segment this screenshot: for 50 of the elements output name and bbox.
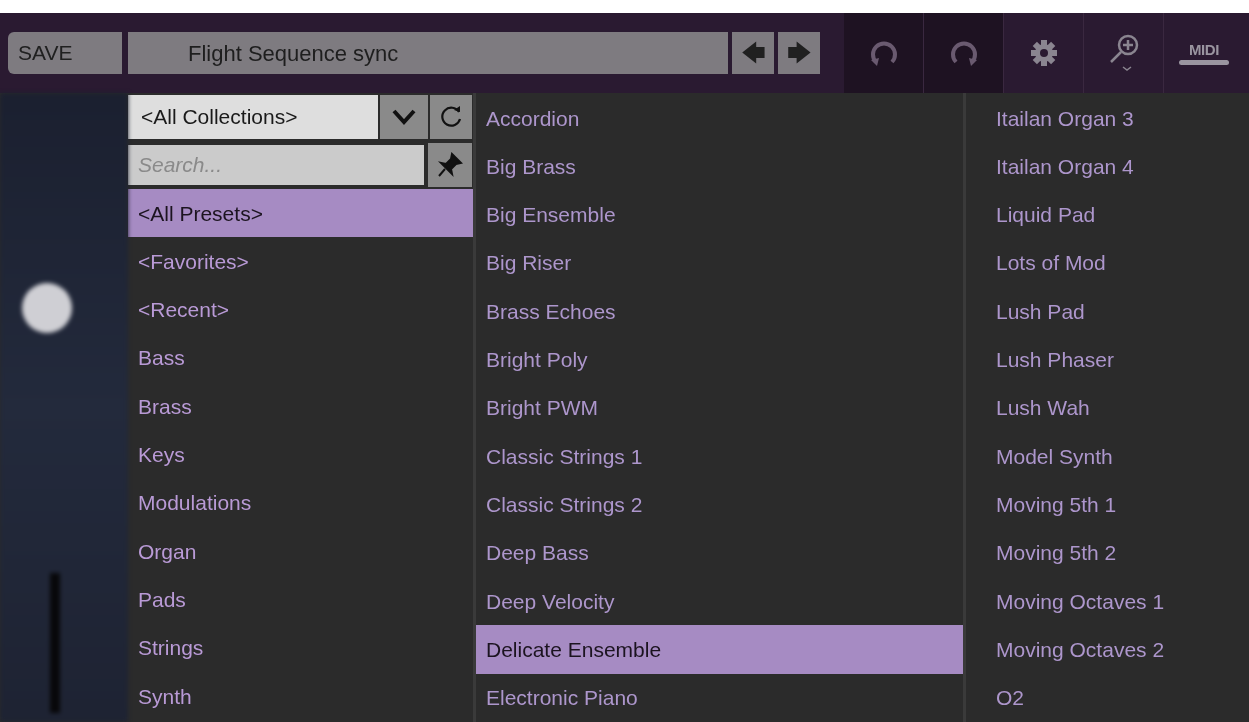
preset-list-item[interactable]: <All Presets> [128,189,473,238]
preset-list-item[interactable]: Classic Strings 1 [476,432,963,481]
preset-list-item[interactable]: <Recent> [128,285,473,335]
preset-list-item[interactable]: Lush Phaser [986,335,1249,384]
preset-list-item[interactable]: Itailan Organ 3 [986,94,1249,143]
chevron-down-icon[interactable] [380,95,428,140]
preset-list-item[interactable]: Liquid Pad [986,190,1249,240]
preset-name-field[interactable]: Flight Sequence sync [128,32,728,75]
preset-list-item[interactable]: Brass [128,382,473,431]
preset-list-item[interactable]: Moving 5th 2 [986,528,1249,578]
next-button[interactable]: 🡆 [778,32,820,75]
preset-list-item[interactable]: Lots of Mod [986,239,1249,288]
preset-list-item[interactable]: Organ [128,527,473,576]
preset-list-item[interactable]: Big Ensemble [476,190,963,240]
undo-icon[interactable] [844,13,924,94]
preset-list-item[interactable]: Deep Velocity [476,577,963,626]
pin-icon[interactable] [428,143,472,188]
preset-list-item[interactable]: Lush Pad [986,287,1249,336]
preset-list-item[interactable]: Model Synth [986,432,1249,481]
previous-button[interactable]: 🡄 [732,32,774,75]
redo-icon[interactable] [924,13,1004,94]
slider-icon [50,573,60,714]
preset-list-item[interactable]: <Favorites> [128,237,473,286]
preset-list-item[interactable]: Pads [128,575,473,624]
knob-icon [22,283,72,334]
preset-list-item[interactable]: Moving 5th 1 [986,480,1249,529]
save-button[interactable]: SAVE [8,32,122,75]
preset-list-item[interactable]: Bright Poly [476,335,963,384]
preset-list-item[interactable]: Big Brass [476,142,963,191]
preset-list-item[interactable]: Bass [128,334,473,383]
preset-list-item[interactable]: Itailan Organ 4 [986,142,1249,191]
preset-list-item[interactable]: Delicate Ensemble [476,625,963,674]
collection-dropdown[interactable]: <All Collections> [128,95,378,140]
refresh-icon[interactable] [430,95,472,140]
preset-list-item[interactable]: Lush Wah [986,383,1249,433]
preset-list-item[interactable]: Keys [128,430,473,479]
preset-list-item[interactable]: Modulations [128,478,473,528]
preset-list-item[interactable]: Electronic Piano [476,673,963,722]
preset-list-item[interactable]: Bright PWM [476,383,963,433]
preset-list-item[interactable]: Classic Strings 2 [476,480,963,529]
preset-list-item[interactable]: Synth [128,672,473,721]
preset-list-item[interactable]: Brass Echoes [476,287,963,336]
preset-list-item[interactable]: O2 [986,673,1249,722]
preset-list-item[interactable]: Big Riser [476,239,963,288]
preset-list-item[interactable]: Accordion [476,94,963,143]
preset-list-item[interactable]: Moving Octaves 1 [986,577,1249,626]
preset-list-item[interactable]: Moving Octaves 2 [986,625,1249,674]
search-field[interactable]: Search... [128,145,424,186]
preset-list-item[interactable]: Deep Bass [476,528,963,578]
preset-list-item[interactable]: Strings [128,623,473,673]
